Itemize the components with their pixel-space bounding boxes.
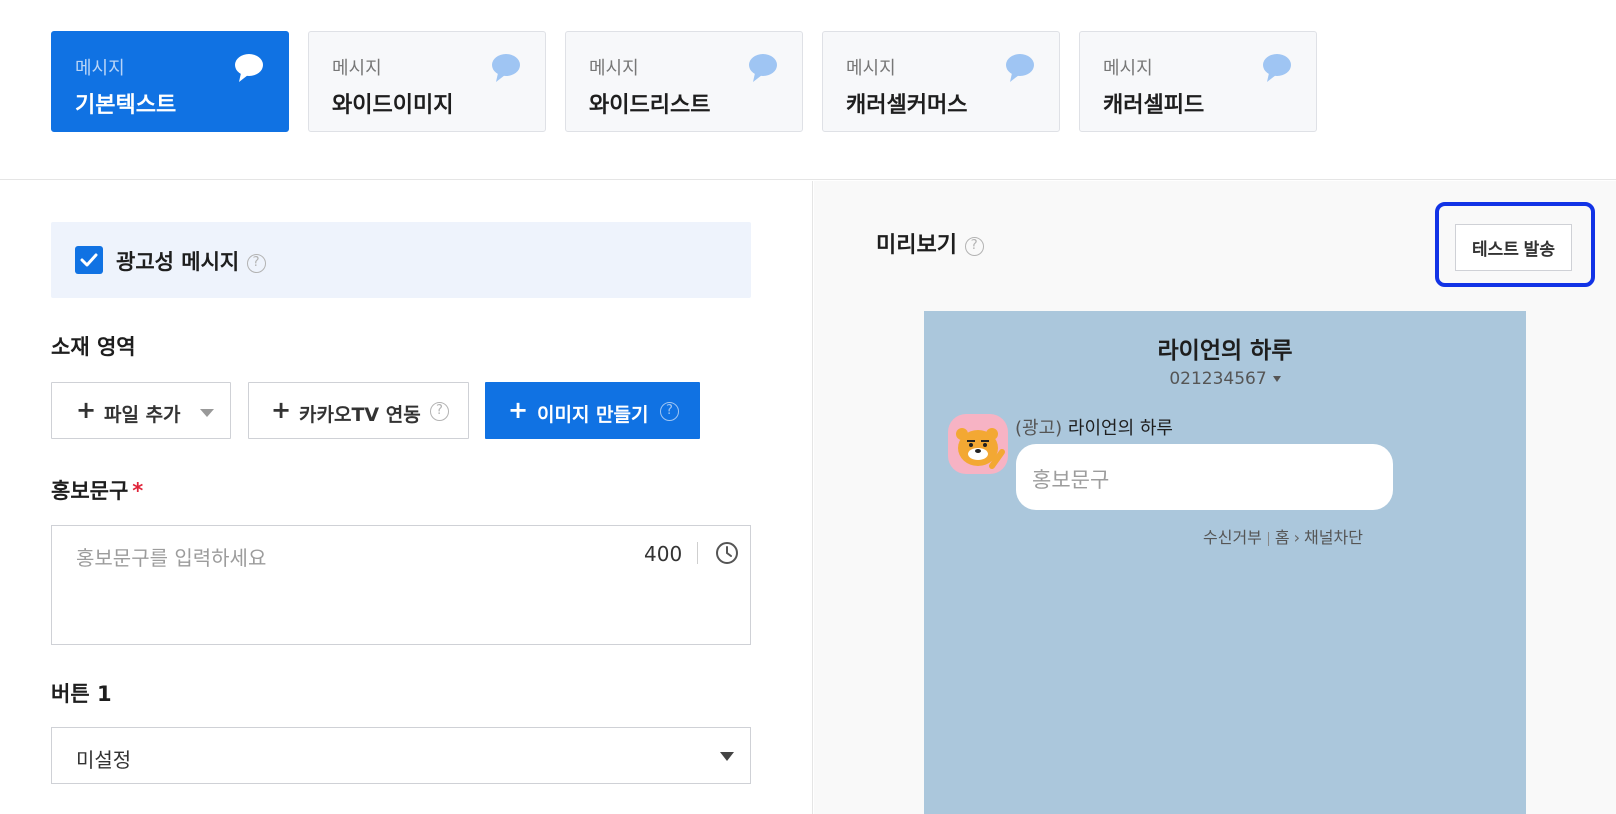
speech-bubble-icon xyxy=(235,54,263,82)
type-card-big-label: 와이드리스트 xyxy=(589,93,711,118)
plus-icon: + xyxy=(508,396,529,424)
promo-placeholder: 홍보문구를 입력하세요 xyxy=(76,546,267,570)
chat-preview: 라이언의 하루 021234567 (광고) 라이언의 하루 홍보문구 수신거부… xyxy=(924,311,1526,814)
type-card-small-label: 메시지 xyxy=(589,58,639,79)
chevron-right-icon: › xyxy=(1293,528,1301,547)
required-mark: * xyxy=(132,479,144,503)
speech-bubble-icon xyxy=(492,54,520,82)
preview-panel: 미리보기 ? 테스트 발송 라이언의 하루 021234567 (광고) 라이언… xyxy=(814,181,1616,814)
promo-textarea[interactable]: 홍보문구를 입력하세요 400 xyxy=(51,525,751,645)
message-type-bar: 메시지 기본텍스트 메시지 와이드이미지 메시지 와이드리스트 메시지 캐러셀커… xyxy=(0,0,1616,180)
type-card-wide-image[interactable]: 메시지 와이드이미지 xyxy=(308,31,546,132)
button1-section-label: 버튼 1 xyxy=(51,682,112,706)
help-icon[interactable]: ? xyxy=(430,402,449,421)
channel-name: 라이언의 하루 xyxy=(1157,338,1293,364)
lion-character-icon xyxy=(956,428,1005,469)
make-image-label: 이미지 만들기 xyxy=(537,404,649,426)
preview-title-text: 미리보기 xyxy=(876,233,957,258)
dropdown-caret-icon xyxy=(200,409,214,417)
unsubscribe-link[interactable]: 수신거부 xyxy=(1203,528,1262,547)
block-channel-link[interactable]: 채널차단 xyxy=(1304,528,1363,547)
type-card-carousel-feed[interactable]: 메시지 캐러셀피드 xyxy=(1079,31,1317,132)
message-bubble: 홍보문구 xyxy=(1016,444,1393,510)
channel-number[interactable]: 021234567 xyxy=(924,369,1526,389)
make-image-button[interactable]: + 이미지 만들기 ? xyxy=(485,382,700,439)
promo-section-label: 홍보문구 * xyxy=(51,475,143,505)
test-send-button[interactable]: 테스트 발송 xyxy=(1455,224,1572,271)
type-card-wide-list[interactable]: 메시지 와이드리스트 xyxy=(565,31,803,132)
ad-message-box: 광고성 메시지 ? xyxy=(51,222,751,298)
chevron-down-icon xyxy=(720,752,734,761)
button1-select-value: 미설정 xyxy=(76,748,132,772)
ad-message-text: 광고성 메시지 xyxy=(116,250,240,274)
home-link[interactable]: 홈 xyxy=(1275,528,1290,547)
char-count: 400 xyxy=(644,542,683,566)
kakaotv-link-label: 카카오TV 연동 xyxy=(299,404,421,426)
divider xyxy=(1267,531,1269,546)
type-card-big-label: 캐러셀피드 xyxy=(1103,93,1205,118)
plus-icon: + xyxy=(76,396,97,424)
button1-select[interactable]: 미설정 xyxy=(51,727,751,784)
help-icon[interactable]: ? xyxy=(964,236,984,256)
preview-title: 미리보기 ? xyxy=(876,227,984,259)
add-file-button[interactable]: + 파일 추가 xyxy=(51,382,231,439)
type-card-big-label: 기본텍스트 xyxy=(75,93,177,118)
ad-tag: (광고) xyxy=(1015,418,1063,439)
help-icon[interactable]: ? xyxy=(660,402,679,421)
type-card-carousel-commerce[interactable]: 메시지 캐러셀커머스 xyxy=(822,31,1060,132)
clock-icon[interactable] xyxy=(714,540,740,566)
add-file-label: 파일 추가 xyxy=(104,404,181,426)
message-form-panel: 광고성 메시지 ? 소재 영역 + 파일 추가 + 카카오TV 연동 ? + 이… xyxy=(0,181,813,814)
type-card-small-label: 메시지 xyxy=(75,58,125,79)
type-card-small-label: 메시지 xyxy=(846,58,896,79)
triangle-down-icon xyxy=(1272,376,1281,382)
type-card-big-label: 와이드이미지 xyxy=(332,93,454,118)
speech-bubble-icon xyxy=(1263,54,1291,82)
message-footer-links: 수신거부 홈 › 채널차단 xyxy=(1203,524,1363,548)
type-card-big-label: 캐러셀커머스 xyxy=(846,93,968,118)
divider xyxy=(697,542,698,564)
help-icon[interactable]: ? xyxy=(246,253,266,273)
check-icon xyxy=(80,253,98,267)
speech-bubble-icon xyxy=(749,54,777,82)
avatar xyxy=(948,414,1008,474)
type-card-small-label: 메시지 xyxy=(332,58,382,79)
kakaotv-link-button[interactable]: + 카카오TV 연동 ? xyxy=(248,382,469,439)
speech-bubble-icon xyxy=(1006,54,1034,82)
ad-message-checkbox[interactable] xyxy=(75,246,103,274)
promo-label-text: 홍보문구 xyxy=(51,479,129,503)
message-bubble-text: 홍보문구 xyxy=(1032,468,1110,492)
sender-name: 라이언의 하루 xyxy=(1067,418,1173,439)
plus-icon: + xyxy=(271,396,292,424)
material-section-label: 소재 영역 xyxy=(51,335,136,359)
sender-line: (광고) 라이언의 하루 xyxy=(1015,414,1173,440)
type-card-small-label: 메시지 xyxy=(1103,58,1153,79)
type-card-basic-text[interactable]: 메시지 기본텍스트 xyxy=(51,31,289,132)
channel-number-text: 021234567 xyxy=(1169,369,1267,389)
ad-message-label: 광고성 메시지 ? xyxy=(116,246,266,276)
